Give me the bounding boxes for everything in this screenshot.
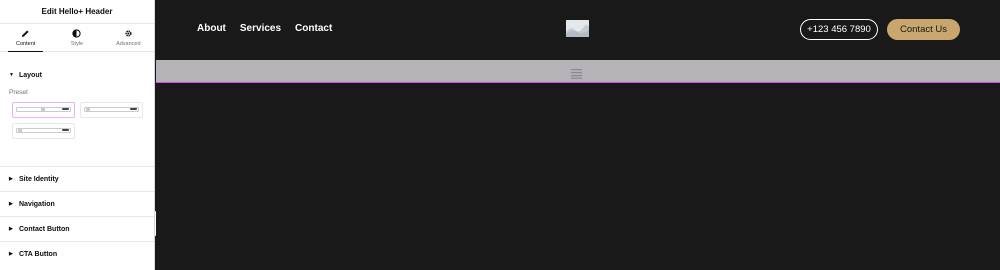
preset-option-2[interactable] bbox=[80, 102, 143, 118]
nav-link-about[interactable]: About bbox=[197, 23, 226, 34]
site-nav: About Services Contact bbox=[197, 23, 332, 34]
tab-content[interactable]: Content bbox=[0, 24, 51, 52]
image-placeholder-icon[interactable] bbox=[566, 20, 589, 37]
preset-logo-icon bbox=[86, 107, 90, 112]
preset-logo-icon bbox=[18, 128, 22, 133]
contact-us-button[interactable]: Contact Us bbox=[887, 19, 960, 40]
editor-root: Edit Hello+ Header Content Style Advance… bbox=[0, 0, 1000, 270]
pencil-icon bbox=[21, 29, 30, 39]
gear-icon bbox=[124, 29, 133, 39]
panel-title: Edit Hello+ Header bbox=[0, 0, 154, 24]
drag-handle-icon[interactable] bbox=[571, 66, 582, 79]
preset-option-3[interactable] bbox=[12, 123, 75, 139]
tab-advanced-label: Advanced bbox=[116, 40, 141, 47]
site-header[interactable]: About Services Contact +123 456 7890 Con… bbox=[156, 0, 1000, 59]
preset-logo-icon bbox=[41, 107, 45, 112]
tab-style[interactable]: Style bbox=[51, 24, 102, 51]
section-contact-button[interactable]: ▶ Contact Button bbox=[0, 216, 154, 241]
preset-button-icon bbox=[62, 108, 69, 110]
tab-advanced[interactable]: Advanced bbox=[103, 24, 154, 51]
section-label: Navigation bbox=[19, 200, 55, 208]
section-label: Site Identity bbox=[19, 175, 59, 183]
section-drop-area[interactable] bbox=[156, 60, 1000, 83]
caret-down-icon: ▼ bbox=[9, 72, 14, 78]
phone-button[interactable]: +123 456 7890 bbox=[800, 19, 878, 40]
preset-label: Preset bbox=[9, 89, 28, 96]
section-label: Contact Button bbox=[19, 225, 70, 233]
panel-tabs: Content Style Advanced bbox=[0, 24, 154, 52]
section-navigation[interactable]: ▶ Navigation bbox=[0, 191, 154, 216]
section-label: CTA Button bbox=[19, 250, 58, 258]
layout-section-toggle[interactable]: ▼ Layout bbox=[0, 64, 154, 86]
layout-section-title: Layout bbox=[19, 71, 42, 79]
collapsed-sections: ▶ Site Identity ▶ Navigation ▶ Contact B… bbox=[0, 166, 154, 266]
half-circle-icon bbox=[72, 29, 82, 39]
preview-canvas: About Services Contact +123 456 7890 Con… bbox=[156, 0, 1000, 270]
caret-right-icon: ▶ bbox=[9, 226, 13, 232]
nav-link-services[interactable]: Services bbox=[240, 23, 281, 34]
caret-right-icon: ▶ bbox=[9, 176, 13, 182]
preset-option-1[interactable] bbox=[12, 102, 75, 118]
preset-button-icon bbox=[62, 129, 69, 131]
caret-right-icon: ▶ bbox=[9, 251, 13, 257]
tab-content-label: Content bbox=[16, 40, 36, 47]
section-cta-button[interactable]: ▶ CTA Button bbox=[0, 241, 154, 266]
section-site-identity[interactable]: ▶ Site Identity bbox=[0, 166, 154, 191]
preset-grid bbox=[0, 96, 154, 146]
tab-style-label: Style bbox=[70, 40, 84, 47]
preset-button-icon bbox=[130, 108, 137, 110]
caret-right-icon: ▶ bbox=[9, 201, 13, 207]
editor-panel: Edit Hello+ Header Content Style Advance… bbox=[0, 0, 155, 270]
nav-link-contact[interactable]: Contact bbox=[295, 23, 332, 34]
